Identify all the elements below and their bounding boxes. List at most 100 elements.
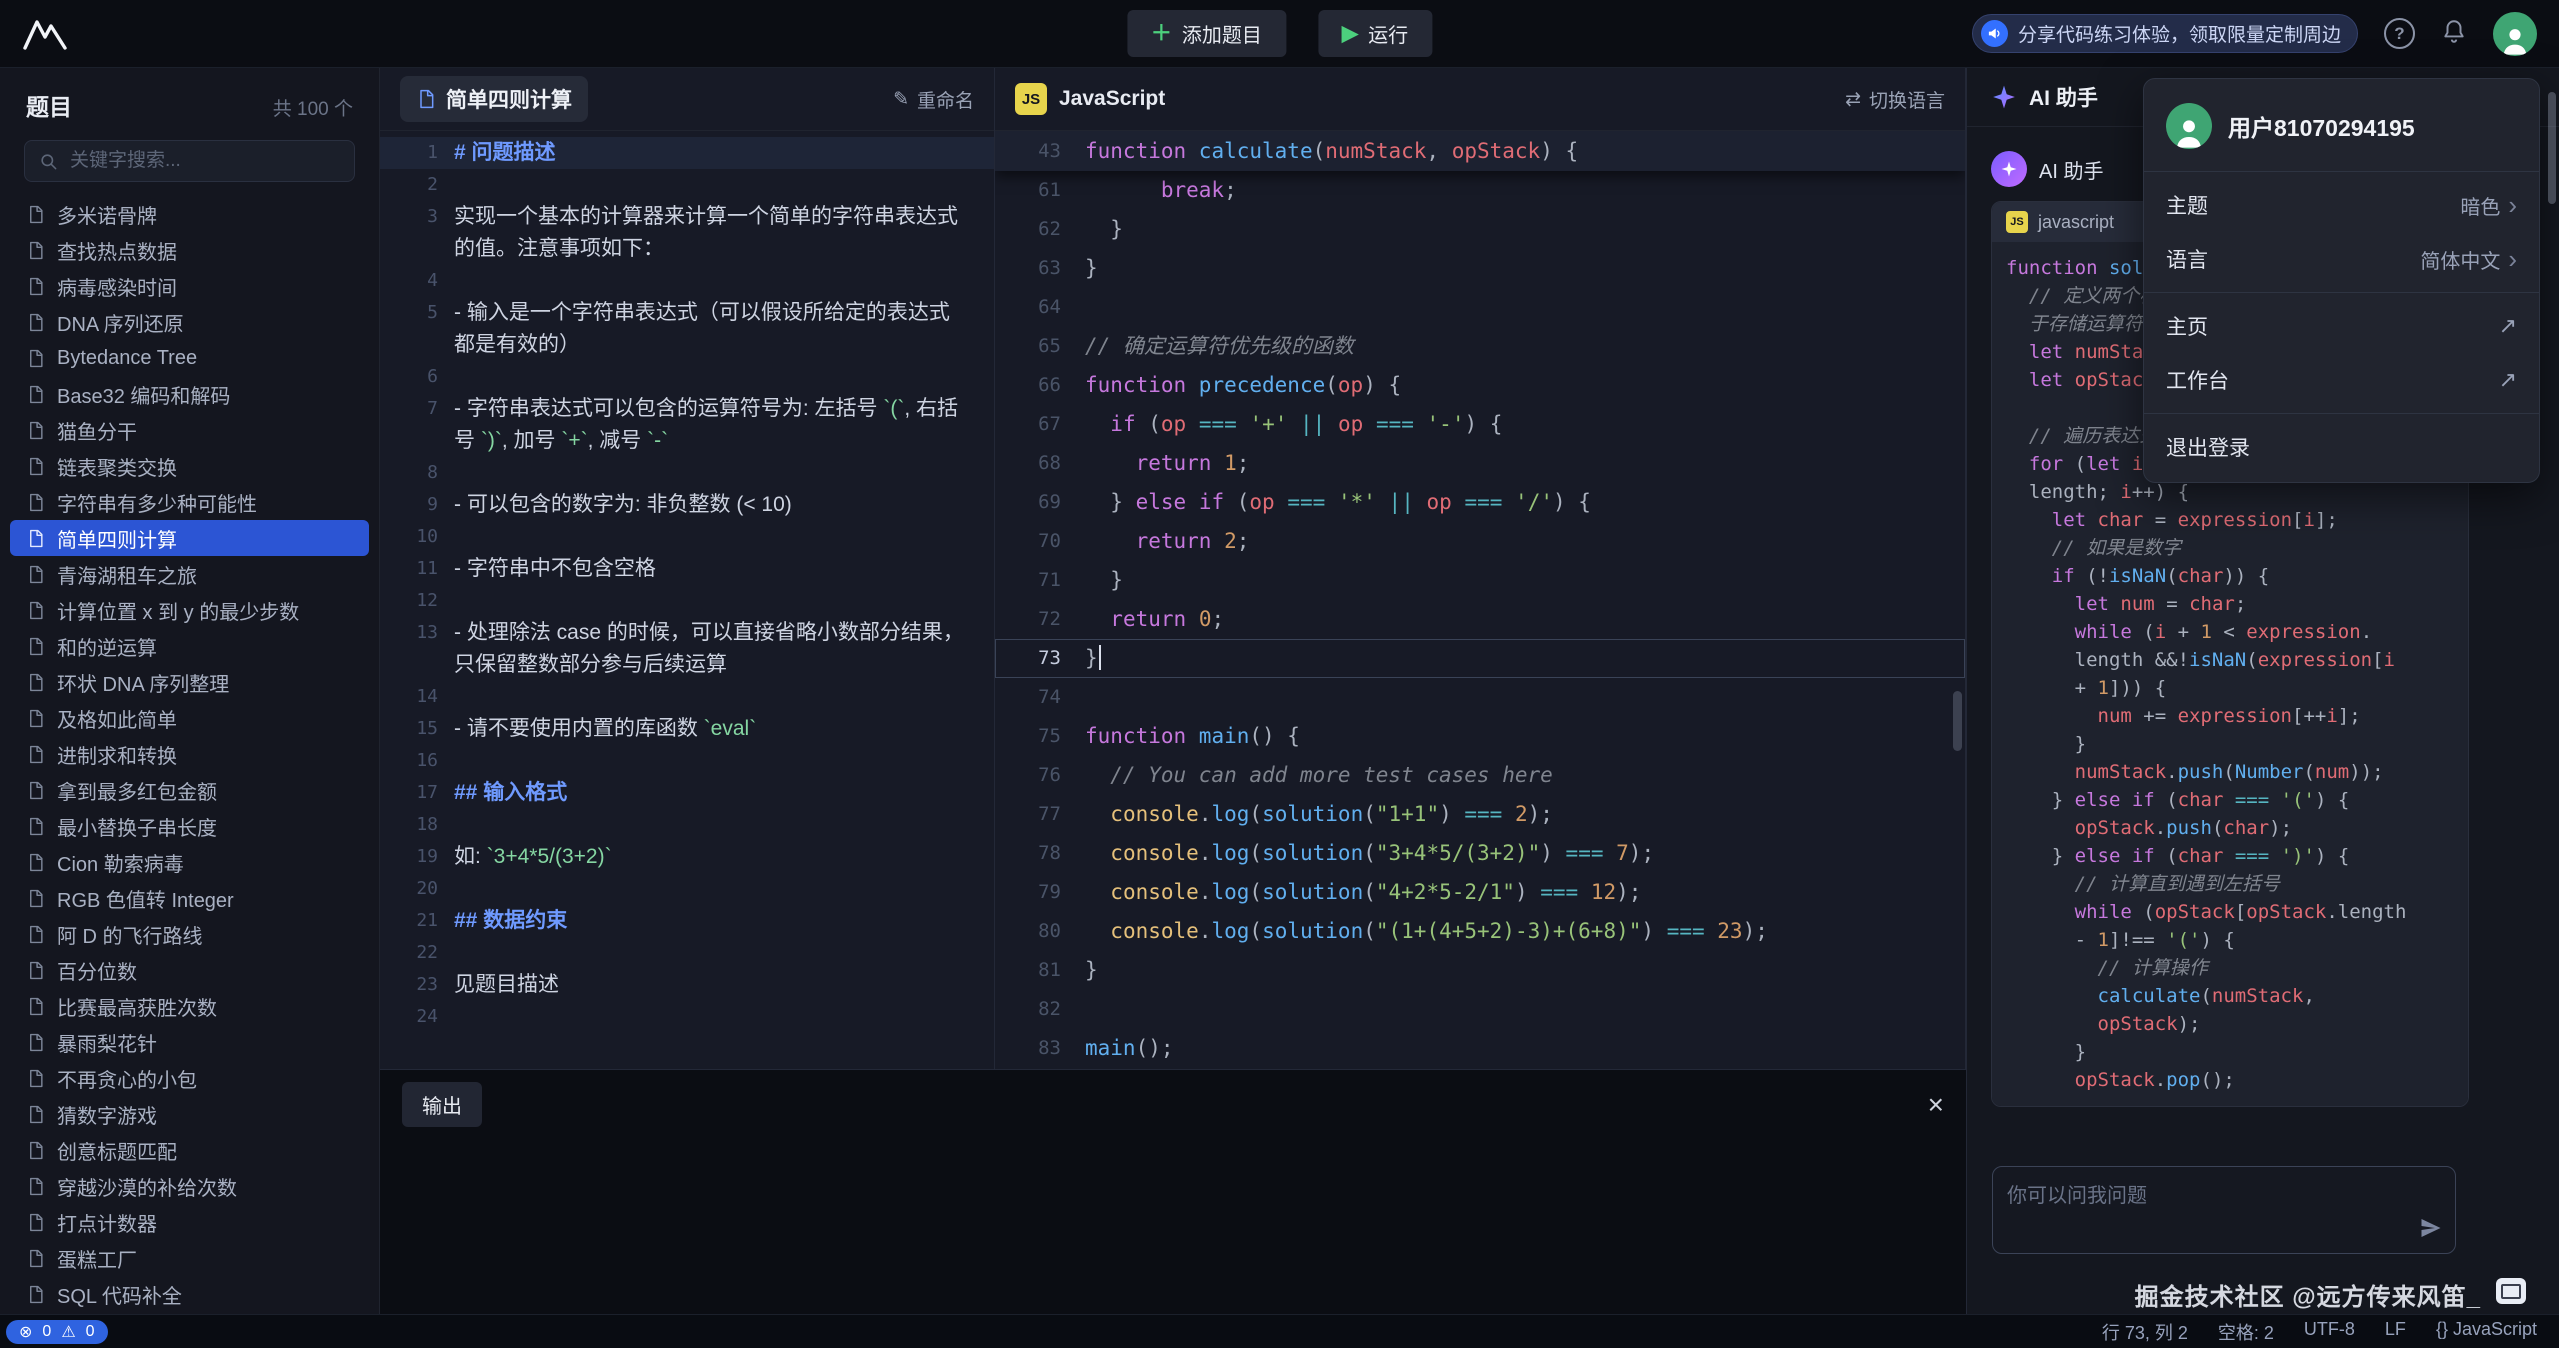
markdown-line[interactable]: 17## 输入格式	[380, 777, 994, 809]
markdown-line[interactable]: 22	[380, 937, 994, 969]
code-line[interactable]: 77 console.log(solution("1+1") === 2);	[995, 795, 1965, 834]
code-line[interactable]: 73}	[995, 639, 1965, 678]
search-input[interactable]	[68, 149, 340, 173]
sidebar-item[interactable]: 猜数字游戏	[10, 1096, 369, 1132]
code-line[interactable]: 71 }	[995, 561, 1965, 600]
code-line[interactable]: 82	[995, 990, 1965, 1029]
markdown-line[interactable]: 11- 字符串中不包含空格	[380, 553, 994, 585]
sidebar-item[interactable]: 不再贪心的小包	[10, 1060, 369, 1096]
code-line[interactable]: 74	[995, 678, 1965, 717]
problems-indicator[interactable]: ⊗0 ⚠0	[6, 1320, 108, 1344]
close-icon[interactable]: ×	[1928, 1091, 1944, 1119]
markdown-line[interactable]: 13- 处理除法 case 的时候，可以直接省略小数部分结果，只保留整数部分参与…	[380, 617, 994, 681]
floating-widget-button[interactable]	[2496, 1278, 2526, 1304]
sidebar-item[interactable]: 环状 DNA 序列整理	[10, 664, 369, 700]
code-line[interactable]: 63}	[995, 249, 1965, 288]
markdown-line[interactable]: 7- 字符串表达式可以包含的运算符号为: 左括号 `(`, 右括号 `)`, 加…	[380, 393, 994, 457]
sidebar-item[interactable]: 及格如此简单	[10, 700, 369, 736]
sidebar-item[interactable]: RGB 色值转 Integer	[10, 880, 369, 916]
sidebar-item[interactable]: 多米诺骨牌	[10, 196, 369, 232]
output-tab[interactable]: 输出	[402, 1082, 482, 1127]
menu-item-theme[interactable]: 主题 暗色›	[2144, 178, 2539, 232]
markdown-line[interactable]: 5- 输入是一个字符串表达式（可以假设所给定的表达式都是有效的）	[380, 297, 994, 361]
sidebar-item[interactable]: SQL 代码补全	[10, 1276, 369, 1312]
markdown-line[interactable]: 24	[380, 1001, 994, 1033]
markdown-line[interactable]: 2	[380, 169, 994, 201]
sidebar-item[interactable]: 猫鱼分干	[10, 412, 369, 448]
code-line[interactable]: 80 console.log(solution("(1+(4+5+2)-3)+(…	[995, 912, 1965, 951]
markdown-line[interactable]: 16	[380, 745, 994, 777]
send-icon[interactable]	[2419, 1216, 2443, 1245]
code-line[interactable]: 69 } else if (op === '*' || op === '/') …	[995, 483, 1965, 522]
code-line[interactable]: 66function precedence(op) {	[995, 366, 1965, 405]
sidebar-item[interactable]: 查找热点数据	[10, 232, 369, 268]
sidebar-item[interactable]: DNA 序列还原	[10, 304, 369, 340]
markdown-line[interactable]: 1# 问题描述	[380, 137, 994, 169]
markdown-line[interactable]: 4	[380, 265, 994, 297]
switch-language-button[interactable]: ⇄ 切换语言	[1845, 86, 1945, 113]
problem-title-chip[interactable]: 简单四则计算	[400, 76, 588, 122]
menu-item-language[interactable]: 语言 简体中文›	[2144, 232, 2539, 286]
sidebar-item[interactable]: 蛋糕工厂	[10, 1240, 369, 1276]
sidebar-item[interactable]: 百分位数	[10, 952, 369, 988]
code-line[interactable]: 61 break;	[995, 171, 1965, 210]
sidebar-item[interactable]: 比赛最高获胜次数	[10, 988, 369, 1024]
sidebar-item[interactable]: Cion 勒索病毒	[10, 844, 369, 880]
user-avatar[interactable]	[2493, 12, 2537, 56]
markdown-line[interactable]: 15- 请不要使用内置的库函数 `eval`	[380, 713, 994, 745]
status-item[interactable]: 空格: 2	[2218, 1319, 2274, 1345]
status-item[interactable]: 行 73, 列 2	[2102, 1319, 2188, 1345]
markdown-line[interactable]: 21## 数据约束	[380, 905, 994, 937]
code-line[interactable]: 72 return 0;	[995, 600, 1965, 639]
sidebar-item[interactable]: 创意标题匹配	[10, 1132, 369, 1168]
markdown-line[interactable]: 20	[380, 873, 994, 905]
code-line[interactable]: 62 }	[995, 210, 1965, 249]
menu-item-workbench[interactable]: 工作台 ↗	[2144, 353, 2539, 407]
code-line[interactable]: 67 if (op === '+' || op === '-') {	[995, 405, 1965, 444]
rename-button[interactable]: ✎ 重命名	[893, 86, 974, 113]
markdown-line[interactable]: 19如: `3+4*5/(3+2)`	[380, 841, 994, 873]
sidebar-item[interactable]: 暴雨梨花针	[10, 1024, 369, 1060]
markdown-line[interactable]: 23见题目描述	[380, 969, 994, 1001]
markdown-line[interactable]: 18	[380, 809, 994, 841]
notification-bell-icon[interactable]	[2441, 18, 2467, 49]
sidebar-item[interactable]: 穿越沙漠的补给次数	[10, 1168, 369, 1204]
status-item[interactable]: LF	[2385, 1319, 2406, 1345]
sidebar-item[interactable]: 链表聚类交换	[10, 448, 369, 484]
editor-body[interactable]: 43function calculate(numStack, opStack) …	[995, 131, 1965, 1069]
add-problem-button[interactable]: ＋ 添加题目	[1127, 10, 1286, 57]
markdown-line[interactable]: 14	[380, 681, 994, 713]
code-line[interactable]: 79 console.log(solution("4+2*5-2/1") ===…	[995, 873, 1965, 912]
markdown-line[interactable]: 12	[380, 585, 994, 617]
code-line[interactable]: 81}	[995, 951, 1965, 990]
markdown-line[interactable]: 8	[380, 457, 994, 489]
run-button[interactable]: ▶ 运行	[1318, 10, 1432, 57]
code-line[interactable]: 78 console.log(solution("3+4*5/(3+2)") =…	[995, 834, 1965, 873]
status-item[interactable]: UTF-8	[2304, 1319, 2355, 1345]
promo-banner[interactable]: 分享代码练习体验，领取限量定制周边	[1972, 14, 2358, 53]
code-line[interactable]: 43function calculate(numStack, opStack) …	[995, 131, 1965, 171]
code-line[interactable]: 75function main() {	[995, 717, 1965, 756]
app-logo[interactable]	[22, 17, 68, 51]
status-item[interactable]: {} JavaScript	[2436, 1319, 2537, 1345]
help-icon[interactable]: ?	[2384, 18, 2415, 49]
sidebar-item[interactable]: 青海湖租车之旅	[10, 556, 369, 592]
sidebar-item[interactable]: 简单四则计算	[10, 520, 369, 556]
markdown-line[interactable]: 6	[380, 361, 994, 393]
sidebar-item[interactable]: 病毒感染时间	[10, 268, 369, 304]
sidebar-item[interactable]: 最小替换子串长度	[10, 808, 369, 844]
sidebar-item[interactable]: 进制求和转换	[10, 736, 369, 772]
menu-item-logout[interactable]: 退出登录	[2144, 420, 2539, 474]
sidebar-item[interactable]: 打点计数器	[10, 1204, 369, 1240]
code-line[interactable]: 76 // You can add more test cases here	[995, 756, 1965, 795]
panel-scrollbar-thumb[interactable]	[2548, 92, 2556, 204]
sidebar-item[interactable]: 字符串有多少种可能性	[10, 484, 369, 520]
markdown-line[interactable]: 10	[380, 521, 994, 553]
code-line[interactable]: 70 return 2;	[995, 522, 1965, 561]
ai-question-input[interactable]	[1993, 1167, 2455, 1253]
sidebar-item[interactable]: 计算位置 x 到 y 的最少步数	[10, 592, 369, 628]
code-line[interactable]: 65// 确定运算符优先级的函数	[995, 327, 1965, 366]
sidebar-item[interactable]: Bytedance Tree	[10, 340, 369, 376]
sidebar-item[interactable]: 拿到最多红包金额	[10, 772, 369, 808]
markdown-line[interactable]: 3实现一个基本的计算器来计算一个简单的字符串表达式的值。注意事项如下：	[380, 201, 994, 265]
